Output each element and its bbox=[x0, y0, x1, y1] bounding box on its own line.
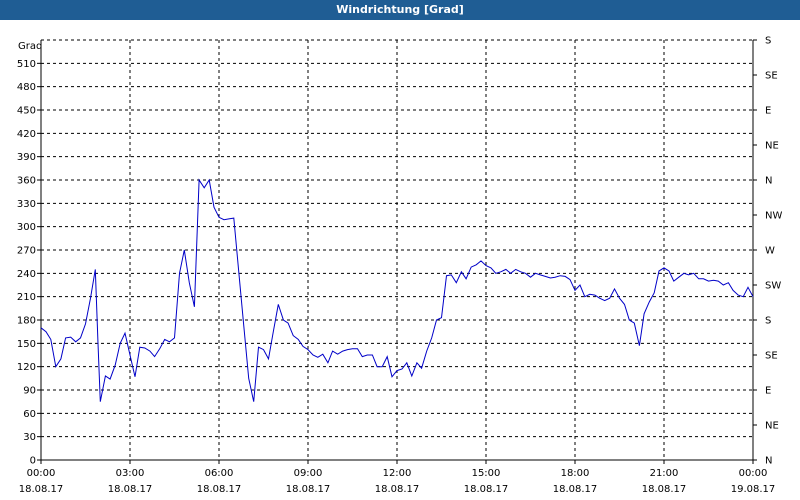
y-tick-label: 150 bbox=[17, 339, 36, 350]
right-tick-label: N bbox=[765, 176, 772, 187]
x-tick-time: 09:00 bbox=[294, 468, 323, 479]
y-tick-label: 360 bbox=[17, 176, 36, 187]
y-tick-label: 510 bbox=[17, 59, 36, 70]
y-tick-label: 0 bbox=[30, 456, 36, 467]
x-tick-date: 18.08.17 bbox=[464, 484, 509, 495]
right-tick-label: NE bbox=[765, 421, 779, 432]
x-tick-time: 12:00 bbox=[383, 468, 412, 479]
y-tick-label: 420 bbox=[17, 129, 36, 140]
x-tick-date: 19.08.17 bbox=[731, 484, 776, 495]
x-tick-time: 15:00 bbox=[472, 468, 501, 479]
y-tick-label: 300 bbox=[17, 222, 36, 233]
y-tick-label: 390 bbox=[17, 152, 36, 163]
right-tick-label: S bbox=[765, 36, 771, 47]
y-axis-label: Grad bbox=[18, 41, 42, 52]
x-tick-time: 00:00 bbox=[27, 468, 56, 479]
x-tick-date: 18.08.17 bbox=[642, 484, 687, 495]
right-tick-label: SE bbox=[765, 71, 778, 82]
right-tick-label: N bbox=[765, 456, 772, 467]
x-ticks: 00:00 18.08.17 03:00 18.08.17 06:00 18.08.17 0… bbox=[19, 460, 776, 495]
x-tick-time: 18:00 bbox=[561, 468, 590, 479]
right-tick-label: S bbox=[765, 316, 771, 327]
y-tick-label: 180 bbox=[17, 316, 36, 327]
x-tick-time: 03:00 bbox=[116, 468, 145, 479]
right-tick-label: W bbox=[765, 246, 775, 257]
y-tick-label: 330 bbox=[17, 199, 36, 210]
y-tick-label: 90 bbox=[23, 386, 36, 397]
x-tick-date: 18.08.17 bbox=[553, 484, 598, 495]
x-tick-time: 21:00 bbox=[650, 468, 679, 479]
right-tick-label: NE bbox=[765, 141, 779, 152]
y-tick-label: 450 bbox=[17, 106, 36, 117]
x-tick-time: 00:00 bbox=[739, 468, 768, 479]
chart: Grad 0 30 60 90 120 150 180 210 240 270 300 330 360 3… bbox=[17, 36, 783, 496]
x-tick-date: 18.08.17 bbox=[286, 484, 331, 495]
y-tick-label: 120 bbox=[17, 362, 36, 373]
x-tick-date: 18.08.17 bbox=[108, 484, 153, 495]
x-tick-time: 06:00 bbox=[205, 468, 234, 479]
y-tick-label: 210 bbox=[17, 292, 36, 303]
right-tick-label: SW bbox=[765, 281, 781, 292]
y-ticks: 0 30 60 90 120 150 180 210 240 270 300 330 360 390 420… bbox=[17, 59, 41, 467]
y-tick-label: 30 bbox=[23, 432, 36, 443]
x-tick-date: 18.08.17 bbox=[19, 484, 64, 495]
right-ticks: N NE E SE S SW W NW N NE E SE S bbox=[753, 36, 782, 467]
y-tick-label: 270 bbox=[17, 246, 36, 257]
right-tick-label: NW bbox=[765, 211, 782, 222]
x-tick-date: 18.08.17 bbox=[375, 484, 420, 495]
x-tick-date: 18.08.17 bbox=[197, 484, 242, 495]
right-tick-label: SE bbox=[765, 351, 778, 362]
y-tick-label: 60 bbox=[23, 409, 36, 420]
y-tick-label: 480 bbox=[17, 82, 36, 93]
right-tick-label: E bbox=[765, 386, 771, 397]
y-tick-label: 240 bbox=[17, 269, 36, 280]
right-tick-label: E bbox=[765, 106, 771, 117]
